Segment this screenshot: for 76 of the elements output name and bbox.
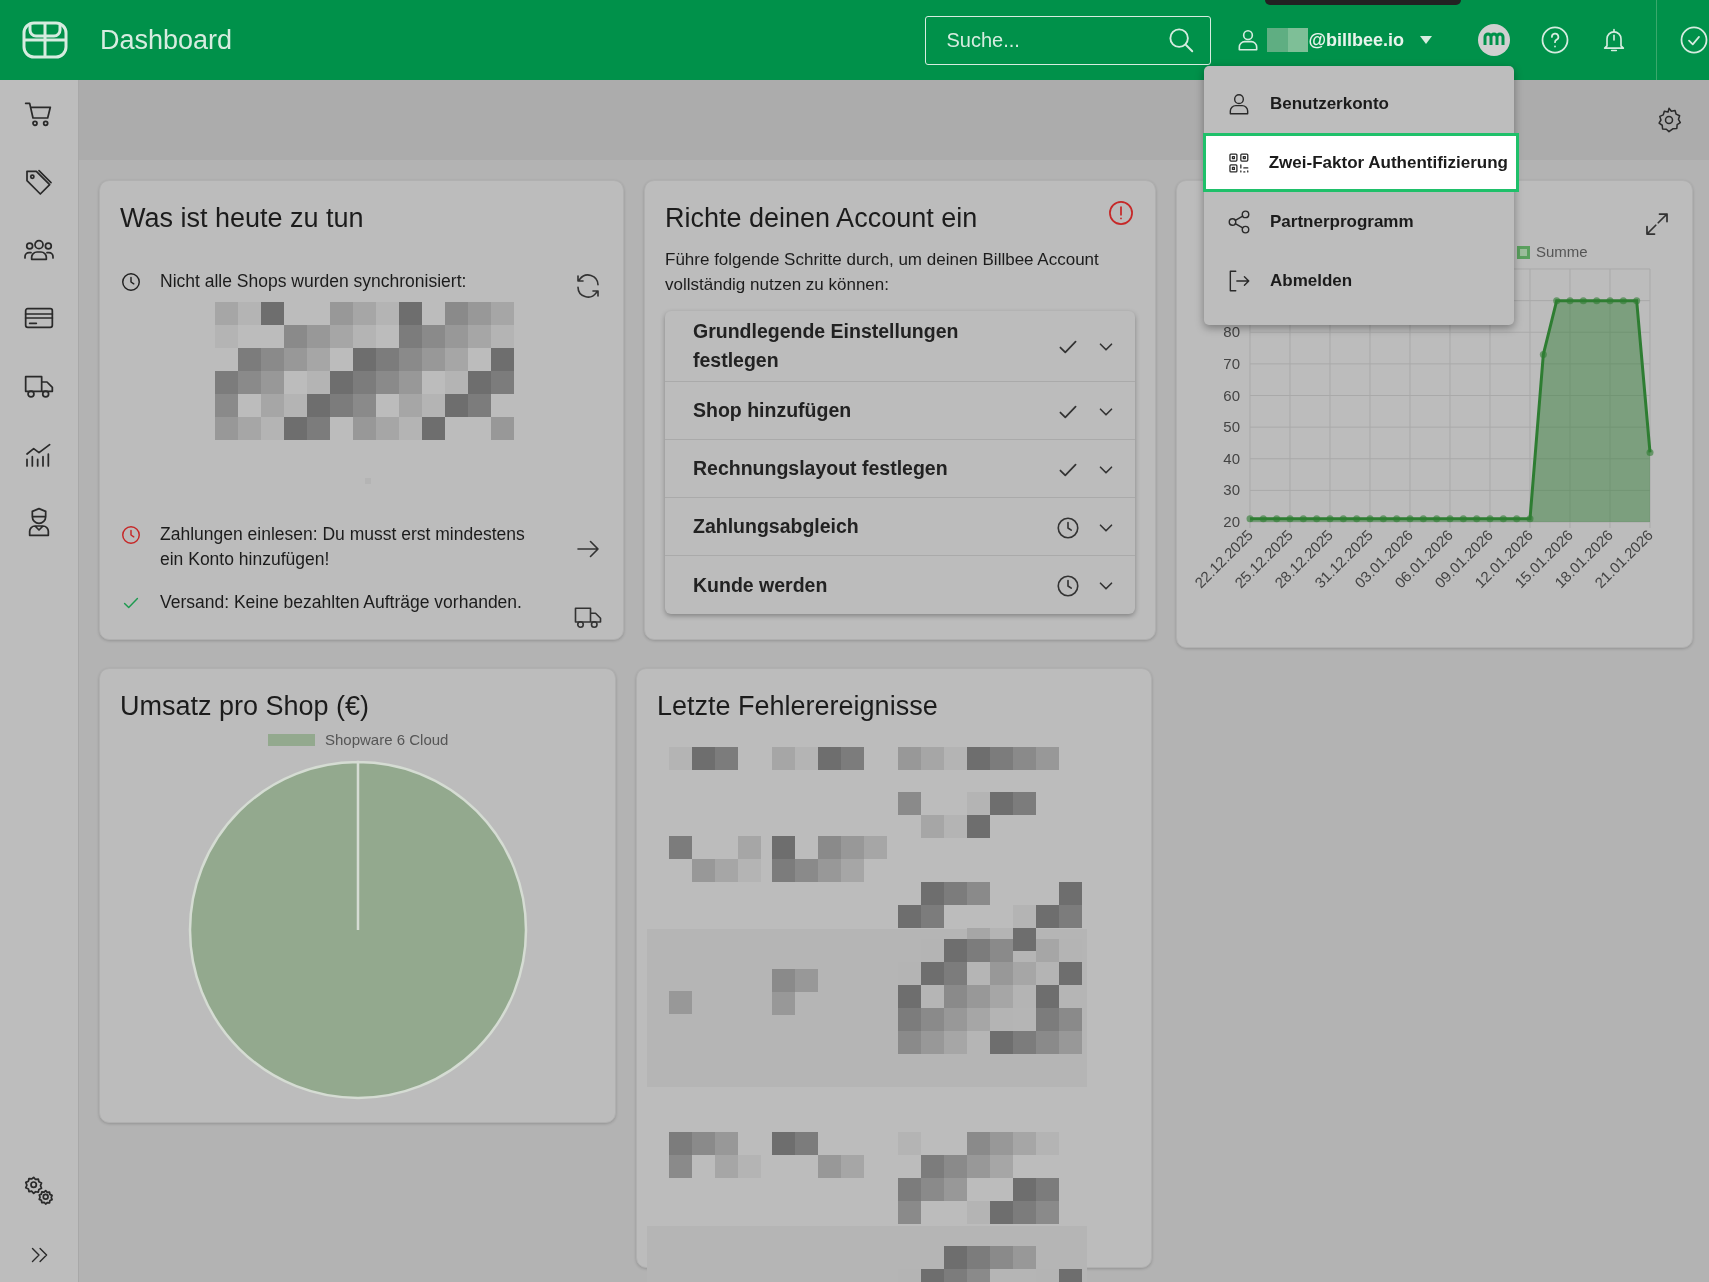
legend-swatch [1517, 245, 1530, 259]
point [1299, 514, 1307, 522]
axis-label: 70 [1223, 354, 1240, 372]
point [1539, 350, 1547, 358]
task-text: Nicht alle Shops wurden synchronisiert: [160, 271, 467, 291]
task-text: Versand: Keine bezahlten Aufträge vorhanden. [160, 592, 522, 612]
point [1473, 514, 1481, 522]
legend-label: Summe [1536, 242, 1588, 262]
app-logo-icon[interactable] [1478, 24, 1510, 56]
card-title: Richte deinen Account ein [665, 202, 978, 235]
setup-step[interactable]: Zahlungsabgleich [665, 498, 1135, 556]
axis-label: 40 [1223, 449, 1240, 467]
point [1419, 514, 1427, 522]
point [1606, 296, 1614, 304]
point [1526, 514, 1534, 522]
alert-icon [1107, 199, 1135, 227]
axis-label: 50 [1223, 417, 1240, 435]
check-circle-icon[interactable] [1679, 25, 1709, 55]
setup-description: Führe folgende Schritte durch, um deinen Billbee Account vollständig nutzen zu können: [665, 249, 1100, 296]
point [1366, 514, 1374, 522]
point [1459, 514, 1467, 522]
point [1393, 514, 1401, 522]
point [1646, 448, 1654, 456]
point [1633, 296, 1641, 304]
point [1593, 296, 1601, 304]
legend-label: Shopware 6 Cloud [325, 730, 449, 750]
setup-step[interactable]: Kunde werden [665, 556, 1135, 614]
point [1619, 296, 1627, 304]
share-icon [1226, 208, 1252, 235]
pixelated-drawing [1267, 28, 1309, 52]
point [1313, 514, 1321, 522]
help-icon[interactable] [1540, 25, 1570, 55]
axis-label: 80 [1223, 322, 1240, 340]
menu-item[interactable]: Abmelden [1204, 251, 1514, 310]
point [1379, 514, 1387, 522]
card-title: Letzte Fehlerereignisse [657, 690, 939, 723]
axis-label: 60 [1223, 386, 1240, 403]
point [1486, 514, 1494, 522]
point [1353, 514, 1361, 522]
point [1339, 514, 1347, 522]
point [1433, 514, 1441, 522]
setup-step[interactable]: Grundlegende Einstellungen festlegen [665, 311, 1135, 382]
page-title: Dashboard [100, 23, 233, 57]
menu-item[interactable]: Partnerprogramm [1204, 192, 1514, 251]
point [1513, 514, 1521, 522]
clock-icon [120, 271, 142, 294]
point [1499, 514, 1507, 522]
menu-item[interactable]: Benutzerkonto [1204, 74, 1514, 133]
legend-swatch [268, 734, 315, 747]
caret-icon[interactable] [1420, 36, 1432, 44]
setup-step[interactable]: Shop hinzufügen [665, 382, 1135, 440]
point [1566, 296, 1574, 304]
point [1446, 514, 1454, 522]
logo-icon[interactable] [22, 21, 68, 59]
search-field[interactable]: Suche... [925, 15, 1212, 65]
card-title: Was ist heute zu tun [120, 202, 365, 235]
point [1406, 514, 1414, 522]
task-text: Zahlungen einlesen: Du musst erst mindestens ein Konto hinzufügen! [160, 524, 525, 569]
setup-step[interactable]: Rechnungslayout festlegen [665, 440, 1135, 498]
axis-label: 30 [1223, 480, 1240, 498]
point [1246, 514, 1254, 522]
point [1273, 514, 1281, 522]
point [1326, 514, 1334, 522]
clock-icon [120, 524, 142, 547]
user-email[interactable]: @billbee.io [1308, 26, 1404, 54]
clock-icon [1055, 514, 1081, 541]
point [1579, 296, 1587, 304]
point [1553, 296, 1561, 304]
card-title: Umsatz pro Shop (€) [120, 690, 371, 723]
point [1259, 514, 1267, 522]
axis-label: 20 [1223, 512, 1240, 530]
settings-icon[interactable] [1655, 106, 1683, 134]
menu-item[interactable]: Zwei-Faktor Authentifizierung [1203, 133, 1519, 192]
gears-icon[interactable] [23, 1174, 55, 1206]
point [1286, 514, 1294, 522]
search-input[interactable]: Suche... [944, 24, 1167, 56]
